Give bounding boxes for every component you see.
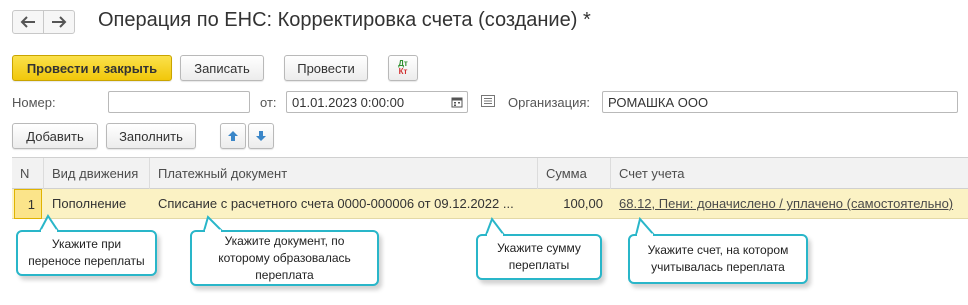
callout-pointers bbox=[38, 214, 657, 237]
